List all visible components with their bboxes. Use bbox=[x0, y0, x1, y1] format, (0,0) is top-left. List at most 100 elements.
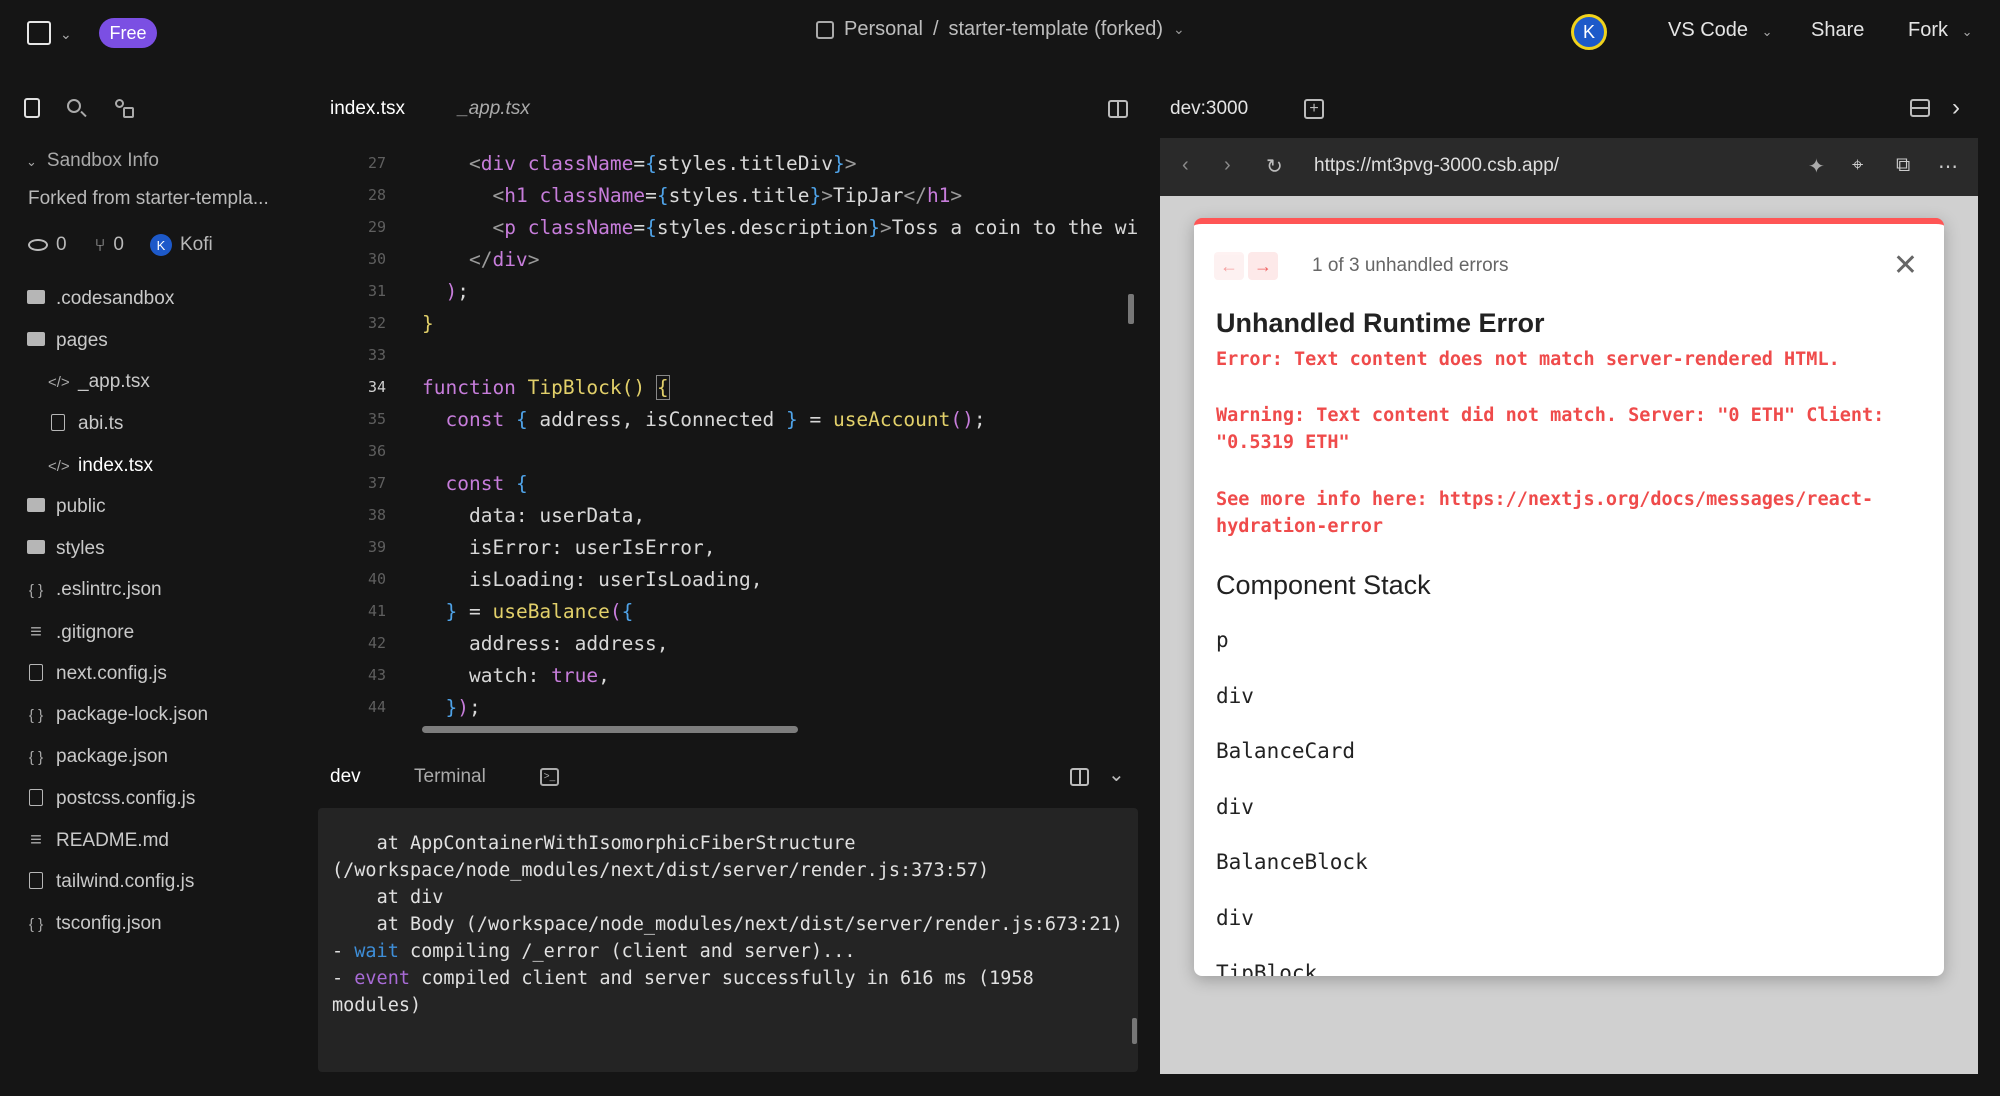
add-tab-icon[interactable]: + bbox=[1304, 99, 1324, 119]
code-line: 44 }); bbox=[318, 696, 481, 728]
line-number: 32 bbox=[367, 314, 386, 332]
tab-terminal[interactable]: Terminal bbox=[414, 766, 486, 788]
tab-index-tsx[interactable]: index.tsx bbox=[330, 98, 405, 120]
file-tree-item[interactable]: </> index.tsx bbox=[48, 455, 153, 477]
editor-select-button[interactable]: VS Code ⌄ bbox=[1668, 19, 1773, 42]
open-window-icon[interactable]: ⧉ bbox=[1896, 154, 1910, 177]
line-number: 41 bbox=[367, 602, 386, 620]
forward-icon[interactable]: › bbox=[1224, 154, 1231, 177]
next-error-button[interactable]: → bbox=[1248, 252, 1278, 280]
file-tree-item[interactable]: ≡ .gitignore bbox=[26, 621, 134, 644]
shapes-icon[interactable] bbox=[114, 98, 136, 120]
breadcrumb[interactable]: Personal / starter-template (forked) ⌄ bbox=[816, 18, 1185, 41]
author-avatar[interactable]: K bbox=[149, 234, 172, 256]
code-text: ); bbox=[445, 280, 469, 303]
prev-error-button[interactable]: ← bbox=[1214, 252, 1244, 280]
reload-icon[interactable]: ↻ bbox=[1266, 154, 1283, 179]
sparkle-icon[interactable]: ✦ bbox=[1808, 154, 1825, 179]
new-terminal-icon[interactable]: >_ bbox=[540, 768, 559, 786]
file-tree-item[interactable]: tailwind.config.js bbox=[26, 871, 194, 893]
file-icon bbox=[26, 663, 46, 685]
line-number: 28 bbox=[367, 186, 386, 204]
stack-item: p bbox=[1216, 628, 1229, 652]
terminal-scrollbar[interactable] bbox=[1132, 1018, 1137, 1044]
file-tree-item[interactable]: { } .eslintrc.json bbox=[26, 579, 162, 601]
folder-icon bbox=[26, 540, 46, 558]
file-tree-label: index.tsx bbox=[78, 455, 153, 476]
file-tree-item[interactable]: .codesandbox bbox=[26, 288, 174, 310]
more-icon[interactable]: ⋯ bbox=[1938, 154, 1958, 179]
author-name[interactable]: Kofi bbox=[180, 234, 213, 256]
terminal-line-event: - event compiled client and server succe… bbox=[332, 965, 1124, 1019]
layout-icon[interactable] bbox=[1910, 99, 1930, 117]
code-text: <div className={styles.titleDiv}> bbox=[468, 152, 857, 175]
vertical-scrollbar[interactable] bbox=[1128, 294, 1134, 324]
file-tree-item[interactable]: </> _app.tsx bbox=[48, 371, 150, 393]
file-tree-item[interactable]: abi.ts bbox=[48, 413, 123, 435]
text-file-icon: ≡ bbox=[30, 621, 42, 643]
fork-button[interactable]: Fork ⌄ bbox=[1908, 19, 1972, 42]
search-icon[interactable] bbox=[66, 98, 88, 120]
file-tree-item[interactable]: { } tsconfig.json bbox=[26, 913, 162, 935]
code-line: 34 function TipBlock() { bbox=[318, 375, 670, 408]
code-line: 41 } = useBalance({ bbox=[318, 600, 633, 632]
split-editor-icon[interactable] bbox=[1108, 100, 1128, 118]
code-line: 28 <h1 className={styles.title}>TipJar</… bbox=[318, 184, 962, 216]
file-tree-label: next.config.js bbox=[56, 663, 167, 684]
eye-icon bbox=[28, 239, 48, 251]
event-keyword: event bbox=[354, 968, 410, 989]
terminal-output[interactable]: at AppContainerWithIsomorphicFiberStruct… bbox=[318, 808, 1138, 1072]
file-tree-item[interactable]: ≡ README.md bbox=[26, 829, 169, 852]
file-tree-item[interactable]: postcss.config.js bbox=[26, 788, 195, 810]
file-explorer-icon[interactable] bbox=[24, 98, 40, 118]
menu-square-icon[interactable] bbox=[27, 21, 51, 45]
error-count: 1 of 3 unhandled errors bbox=[1312, 255, 1509, 276]
code-line: 30 </div> bbox=[318, 248, 540, 280]
forks-count: 0 bbox=[113, 234, 124, 255]
plan-badge[interactable]: Free bbox=[99, 18, 157, 48]
chevron-down-icon[interactable]: ⌄ bbox=[1108, 762, 1125, 787]
preview-frame[interactable]: ← → 1 of 3 unhandled errors ✕ Unhandled … bbox=[1160, 196, 1978, 1074]
avatar[interactable]: K bbox=[1571, 14, 1607, 50]
file-tree-item[interactable]: pages bbox=[26, 330, 108, 352]
forked-from-link[interactable]: Forked from starter-templa... bbox=[28, 188, 269, 210]
back-icon[interactable]: ‹ bbox=[1182, 154, 1189, 177]
code-text: }); bbox=[445, 696, 481, 719]
terminal-line: at AppContainerWithIsomorphicFiberStruct… bbox=[332, 833, 990, 881]
file-tree-item[interactable]: next.config.js bbox=[26, 663, 167, 685]
chevron-down-icon[interactable]: ⌄ bbox=[60, 26, 72, 43]
chevron-right-icon[interactable]: › bbox=[1952, 94, 1960, 122]
url-field[interactable]: https://mt3pvg-3000.csb.app/ bbox=[1314, 155, 1559, 177]
tab-dev-3000[interactable]: dev:3000 bbox=[1170, 98, 1248, 120]
file-tree-item[interactable]: { } package.json bbox=[26, 746, 168, 768]
code-line: 39 isError: userIsError, bbox=[318, 536, 716, 568]
sandbox-info-toggle[interactable]: ⌄ Sandbox Info bbox=[26, 150, 159, 172]
share-button[interactable]: Share bbox=[1811, 19, 1864, 42]
file-tree-label: package-lock.json bbox=[56, 704, 209, 725]
file-tree-item[interactable]: styles bbox=[26, 538, 105, 560]
line-prefix: - bbox=[332, 941, 355, 962]
line-number: 30 bbox=[367, 250, 386, 268]
tab-dev[interactable]: dev bbox=[330, 766, 361, 788]
line-number: 38 bbox=[367, 506, 386, 524]
split-terminal-icon[interactable] bbox=[1070, 768, 1089, 786]
error-message: Error: Text content does not match serve… bbox=[1216, 349, 1840, 370]
chevron-down-icon: ⌄ bbox=[1761, 24, 1773, 39]
file-tree-label: public bbox=[56, 496, 106, 517]
code-text: data: userData, bbox=[422, 504, 646, 527]
code-text: <p className={styles.description}>Toss a… bbox=[492, 216, 1138, 239]
folder-icon bbox=[26, 498, 46, 516]
json-file-icon: { } bbox=[28, 915, 44, 933]
horizontal-scrollbar[interactable] bbox=[422, 726, 798, 733]
cube-icon bbox=[816, 20, 834, 39]
file-tree-label: pages bbox=[56, 330, 108, 351]
crosshair-icon[interactable]: ⌖ bbox=[1852, 154, 1863, 177]
tab-app-tsx[interactable]: _app.tsx bbox=[458, 98, 530, 120]
error-info[interactable]: See more info here: https://nextjs.org/d… bbox=[1216, 486, 1922, 540]
code-content[interactable]: 27 <div className={styles.titleDiv}> 28 <… bbox=[318, 152, 1138, 742]
close-icon[interactable]: ✕ bbox=[1893, 248, 1918, 283]
file-tree-item[interactable]: { } package-lock.json bbox=[26, 704, 208, 726]
fork-label: Fork bbox=[1908, 19, 1948, 41]
line-number: 35 bbox=[367, 410, 386, 428]
file-tree-item[interactable]: public bbox=[26, 496, 106, 518]
